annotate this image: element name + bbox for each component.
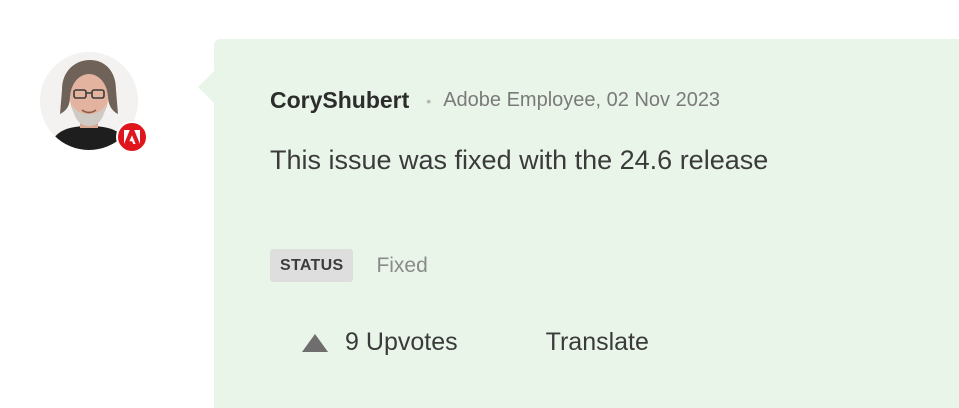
upvote-label: Upvotes xyxy=(365,328,458,356)
comment-page: CoryShubert • Adobe Employee, 02 Nov 202… xyxy=(0,0,959,408)
comment-meta: CoryShubert • Adobe Employee, 02 Nov 202… xyxy=(270,87,720,114)
author-name[interactable]: CoryShubert xyxy=(270,87,409,114)
adobe-logo-icon xyxy=(116,121,148,153)
upvote-button[interactable]: 9 Upvotes xyxy=(302,328,458,357)
meta-separator: • xyxy=(426,92,432,109)
comment-body: This issue was fixed with the 24.6 relea… xyxy=(270,145,769,175)
status-value: Fixed xyxy=(376,253,428,277)
triangle-up-icon[interactable] xyxy=(302,333,328,352)
card-pointer xyxy=(198,71,214,103)
author-role-date: Adobe Employee, 02 Nov 2023 xyxy=(443,89,721,111)
upvote-count: 9 xyxy=(345,328,359,356)
status-row: STATUS Fixed xyxy=(270,249,428,282)
comment-actions: 9 Upvotes Translate xyxy=(302,328,649,357)
status-badge: STATUS xyxy=(270,249,354,282)
translate-button[interactable]: Translate xyxy=(546,328,649,357)
comment-card: CoryShubert • Adobe Employee, 02 Nov 202… xyxy=(198,39,959,408)
author-avatar-container[interactable] xyxy=(40,52,148,153)
